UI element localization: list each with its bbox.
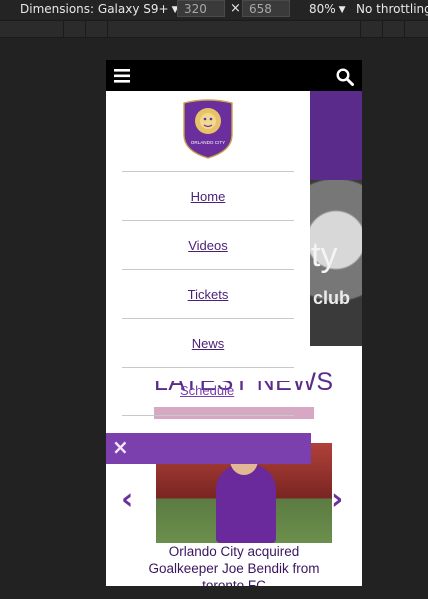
device-dimensions-dropdown[interactable]: Dimensions: Galaxy S9+ ▼ [20,2,178,16]
hero-title-fragment: ty [311,236,338,274]
news-caption-link[interactable]: Orlando City acquired Goalkeeper Joe Ben… [144,543,324,586]
drawer-close-bar: × [106,433,311,464]
device-dimensions-label: Dimensions: Galaxy S9+ [20,2,169,16]
viewport-height-input[interactable]: 658 [242,0,290,17]
menu-divider [122,220,294,221]
menu-item-home[interactable]: Home [106,189,310,204]
hero-subtitle-fragment: club [313,288,351,308]
search-icon[interactable] [336,68,354,86]
menu-divider [122,415,294,416]
menu-item-schedule[interactable]: Schedule [180,383,234,398]
carousel-next-arrow-icon[interactable]: › [331,482,343,517]
player-figure [216,464,276,543]
menu-divider [122,269,294,270]
zoom-label: 80% [309,2,336,16]
hamburger-icon[interactable] [114,69,130,83]
menu-divider [122,318,294,319]
throttling-dropdown[interactable]: No throttling [356,2,428,16]
club-crest-logo[interactable]: ORLANDO CITY [182,99,234,159]
chevron-down-icon: ▼ [338,5,346,15]
device-toolbar: Dimensions: Galaxy S9+ ▼ 320 × 658 80% ▼ N… [0,0,428,19]
menu-item-news[interactable]: News [106,336,310,351]
crest-text: ORLANDO CITY [191,140,225,145]
menu-divider [122,367,294,368]
site-header-bar [106,60,362,91]
dimension-separator: × [230,1,241,16]
device-viewport: ty club LATEST NEWS Orlando City acquire… [106,60,362,586]
menu-item-videos[interactable]: Videos [106,238,310,253]
close-icon[interactable]: × [112,435,129,459]
menu-item-tickets[interactable]: Tickets [106,287,310,302]
menu-divider [122,171,294,172]
media-query-ruler [0,20,428,38]
heading-underline-bar [154,407,314,419]
zoom-dropdown[interactable]: 80% ▼ [309,2,346,16]
nav-drawer: ORLANDO CITY Home Videos Tickets News [106,91,310,381]
carousel-prev-arrow-icon[interactable]: ‹ [121,482,133,517]
viewport-width-input[interactable]: 320 [177,0,225,17]
